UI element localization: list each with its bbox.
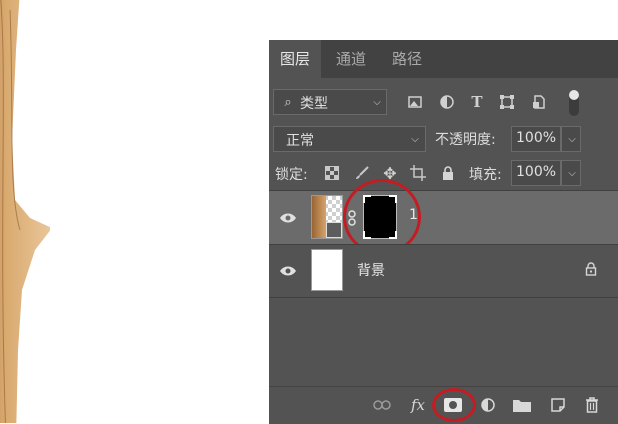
- lock-transparency-icon[interactable]: [323, 164, 341, 182]
- filter-toggle[interactable]: [569, 90, 579, 116]
- eye-icon[interactable]: [277, 208, 299, 228]
- chevron-down-icon: ⌵: [568, 167, 576, 179]
- highlight-circle: [432, 388, 476, 422]
- tab-paths[interactable]: 路径: [381, 40, 433, 78]
- lock-pixels-icon[interactable]: [353, 164, 371, 182]
- opacity-label: 不透明度:: [435, 132, 496, 148]
- layers-bottom-toolbar: fx: [269, 386, 618, 424]
- fill-dropdown[interactable]: ⌵: [561, 160, 581, 186]
- chevron-down-icon: ⌵: [411, 133, 419, 145]
- new-layer-icon[interactable]: [547, 395, 569, 415]
- new-group-icon[interactable]: [511, 395, 533, 415]
- chevron-down-icon: ⌵: [568, 133, 576, 145]
- fx-icon[interactable]: fx: [407, 394, 429, 416]
- search-icon: ⌕: [284, 94, 292, 110]
- smart-object-filter-icon[interactable]: [529, 91, 549, 113]
- blend-mode-value: 正常: [286, 133, 314, 149]
- filter-row: ⌕ 类型 ⌵ T: [269, 78, 618, 126]
- layer-row-background[interactable]: 背景: [269, 245, 618, 298]
- lock-all-icon[interactable]: [439, 164, 457, 182]
- layer-name: 背景: [357, 263, 385, 279]
- layer-thumbnail: [311, 249, 343, 291]
- image-filter-icon[interactable]: [405, 91, 425, 113]
- opacity-input[interactable]: 100%: [511, 126, 561, 152]
- opacity-dropdown[interactable]: ⌵: [561, 126, 581, 152]
- shape-filter-icon[interactable]: [497, 91, 517, 113]
- panel-tab-bar: 图层 通道 路径: [269, 40, 618, 78]
- chevron-down-icon: ⌵: [373, 96, 381, 108]
- blend-mode-select[interactable]: 正常 ⌵: [273, 126, 426, 152]
- hair-image: [0, 0, 50, 423]
- fill-label: 填充:: [469, 167, 502, 183]
- eye-icon[interactable]: [277, 261, 299, 281]
- lock-artboard-icon[interactable]: [409, 164, 427, 182]
- smart-object-badge-icon: [326, 222, 342, 238]
- lock-icon: [583, 260, 599, 278]
- trash-icon[interactable]: [581, 395, 603, 415]
- divider: [269, 297, 618, 298]
- link-layers-icon[interactable]: [371, 395, 393, 415]
- document-canvas: [0, 0, 268, 423]
- fill-input[interactable]: 100%: [511, 160, 561, 186]
- lock-row: 锁定: ✥ 填充: 100% ⌵: [269, 158, 618, 188]
- layer-row-1[interactable]: 1: [269, 179, 618, 255]
- blend-row: 正常 ⌵ 不透明度: 100% ⌵: [269, 126, 618, 152]
- adjustment-layer-icon[interactable]: [477, 395, 499, 415]
- type-filter-icon[interactable]: T: [467, 91, 487, 113]
- layer-kind-filter[interactable]: ⌕ 类型 ⌵: [273, 89, 387, 115]
- opacity-value: 100%: [516, 130, 557, 146]
- adjustment-filter-icon[interactable]: [437, 91, 457, 113]
- layer-thumbnail: [311, 195, 343, 239]
- lock-label: 锁定:: [275, 167, 308, 183]
- layers-panel: 图层 通道 路径 ⌕ 类型 ⌵ T 正常 ⌵ 不透明度: 100% ⌵ 锁定: …: [269, 40, 618, 424]
- tab-channels[interactable]: 通道: [325, 40, 377, 78]
- fill-value: 100%: [516, 164, 557, 180]
- kind-filter-label: 类型: [300, 96, 328, 112]
- tab-layers[interactable]: 图层: [269, 40, 321, 78]
